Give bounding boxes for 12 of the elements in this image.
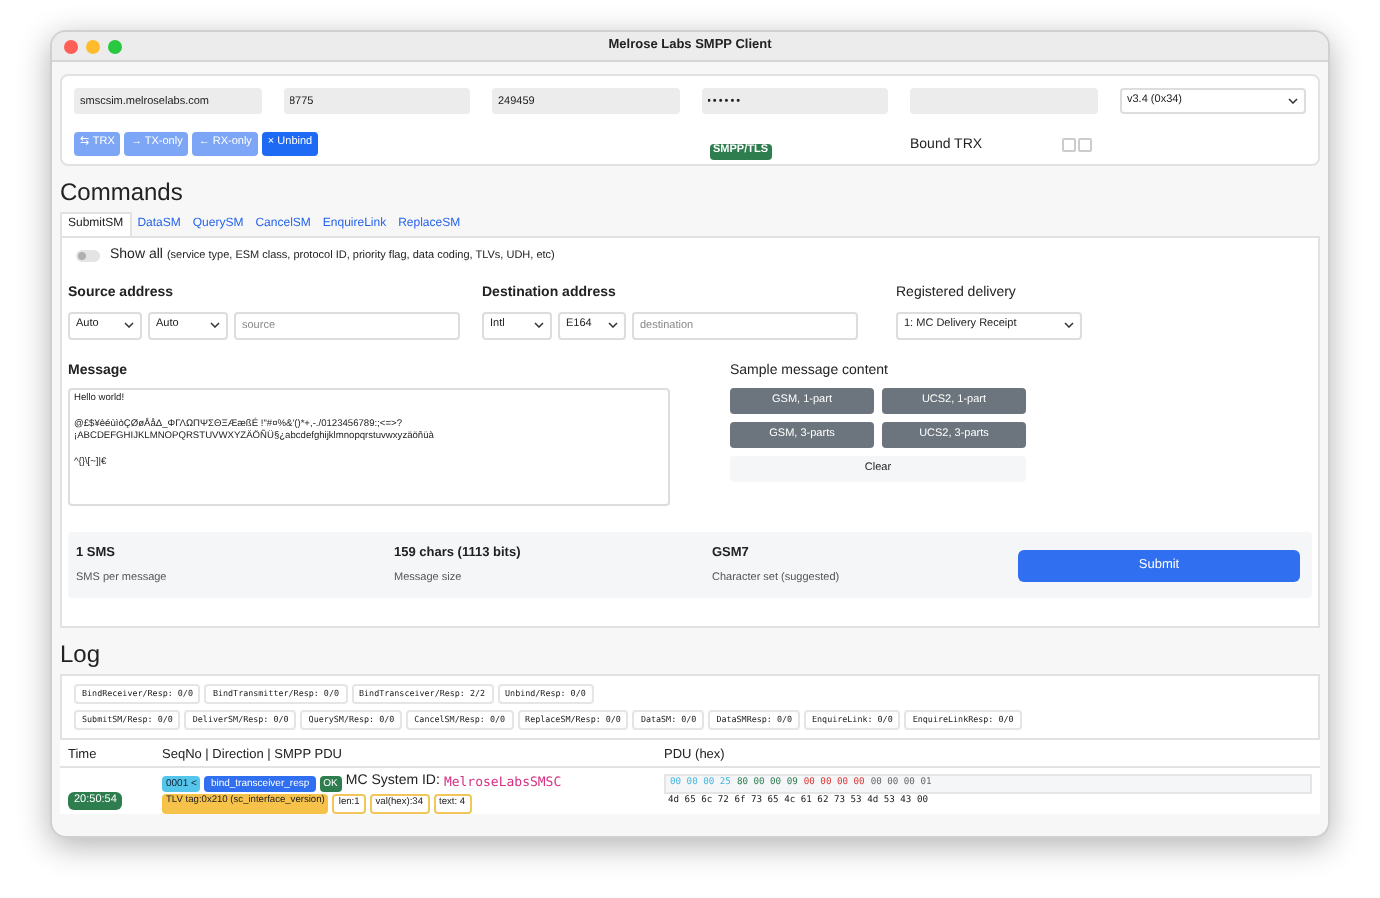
chevron-down-icon [124, 322, 134, 328]
close-icon[interactable] [64, 39, 78, 53]
chevron-down-icon [1288, 98, 1298, 104]
toggle-switch[interactable] [76, 250, 100, 262]
chevron-down-icon [608, 322, 618, 328]
chevron-down-icon [1064, 322, 1074, 328]
zoom-icon[interactable] [108, 39, 122, 53]
chevron-down-icon [210, 322, 220, 328]
section-heading: Log [60, 640, 103, 668]
minimize-icon[interactable] [86, 39, 100, 53]
section-heading: Commands [60, 178, 185, 206]
chevron-down-icon [534, 322, 544, 328]
